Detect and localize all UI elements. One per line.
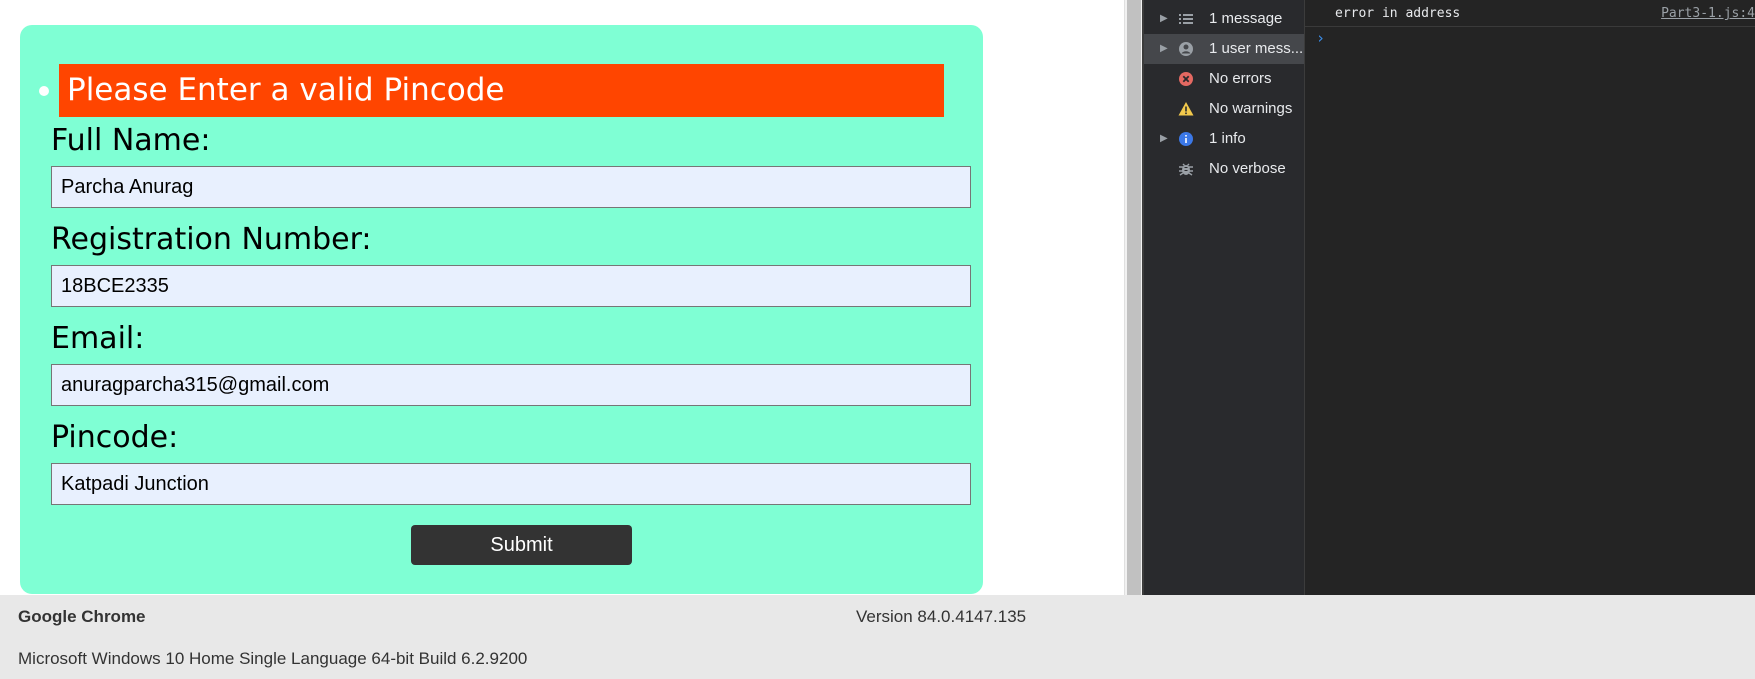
devtools-panel: ▶ 1 message ▶ 1 user mess... No errors N… — [1144, 0, 1755, 595]
page-scrollbar[interactable] — [1124, 0, 1143, 595]
error-message: Please Enter a valid Pincode — [59, 64, 944, 117]
sidebar-item-info[interactable]: ▶ 1 info — [1144, 124, 1304, 154]
expand-arrow-icon[interactable]: ▶ — [1160, 4, 1168, 34]
web-page: Please Enter a valid Pincode Full Name: … — [0, 0, 1124, 595]
sidebar-item-user-messages[interactable]: ▶ 1 user mess... — [1144, 34, 1304, 64]
sidebar-item-warnings[interactable]: No warnings — [1144, 94, 1304, 124]
console-sidebar: ▶ 1 message ▶ 1 user mess... No errors N… — [1144, 0, 1305, 595]
console-message-text: error in address — [1335, 6, 1461, 21]
console-source-link[interactable]: Part3-1.js:4 — [1661, 6, 1755, 21]
browser-info-bar: Google Chrome Version 84.0.4147.135 Micr… — [0, 595, 1755, 679]
sidebar-item-label: 1 info — [1209, 130, 1246, 147]
sidebar-item-verbose[interactable]: No verbose — [1144, 154, 1304, 184]
console-message-row: error in address Part3-1.js:4 — [1305, 0, 1755, 27]
console-prompt-icon[interactable]: › — [1316, 29, 1325, 47]
scrollbar-thumb[interactable] — [1127, 0, 1141, 595]
pincode-input[interactable]: Katpadi Junction — [51, 463, 971, 505]
expand-arrow-icon[interactable]: ▶ — [1160, 34, 1168, 64]
console-output: error in address Part3-1.js:4 › — [1305, 0, 1755, 595]
sidebar-item-label: No errors — [1209, 70, 1272, 87]
expand-arrow-icon[interactable]: ▶ — [1160, 124, 1168, 154]
email-input[interactable]: anuragparcha315@gmail.com — [51, 364, 971, 406]
full-name-label: Full Name: — [51, 123, 211, 158]
browser-name: Google Chrome — [18, 607, 146, 626]
warning-icon — [1178, 102, 1194, 116]
info-icon — [1179, 132, 1193, 146]
list-icon — [1179, 14, 1193, 24]
sidebar-item-errors[interactable]: No errors — [1144, 64, 1304, 94]
pincode-label: Pincode: — [51, 420, 179, 455]
full-name-input[interactable]: Parcha Anurag — [51, 166, 971, 208]
error-list-item: Please Enter a valid Pincode — [20, 64, 970, 117]
bullet-icon — [39, 86, 49, 96]
sidebar-item-messages[interactable]: ▶ 1 message — [1144, 4, 1304, 34]
sidebar-item-label: 1 message — [1209, 10, 1283, 27]
os-info: Microsoft Windows 10 Home Single Languag… — [18, 649, 528, 668]
error-icon — [1179, 72, 1193, 86]
registration-number-input[interactable]: 18BCE2335 — [51, 265, 971, 307]
registration-number-label: Registration Number: — [51, 222, 372, 257]
browser-version: Version 84.0.4147.135 — [856, 607, 1027, 626]
sidebar-item-label: 1 user mess... — [1209, 40, 1304, 57]
registration-form: Please Enter a valid Pincode Full Name: … — [20, 25, 983, 594]
submit-button[interactable]: Submit — [411, 525, 632, 565]
user-icon — [1179, 42, 1193, 56]
email-label: Email: — [51, 321, 145, 356]
bug-icon — [1179, 163, 1193, 176]
sidebar-item-label: No warnings — [1209, 100, 1293, 117]
sidebar-item-label: No verbose — [1209, 160, 1286, 177]
